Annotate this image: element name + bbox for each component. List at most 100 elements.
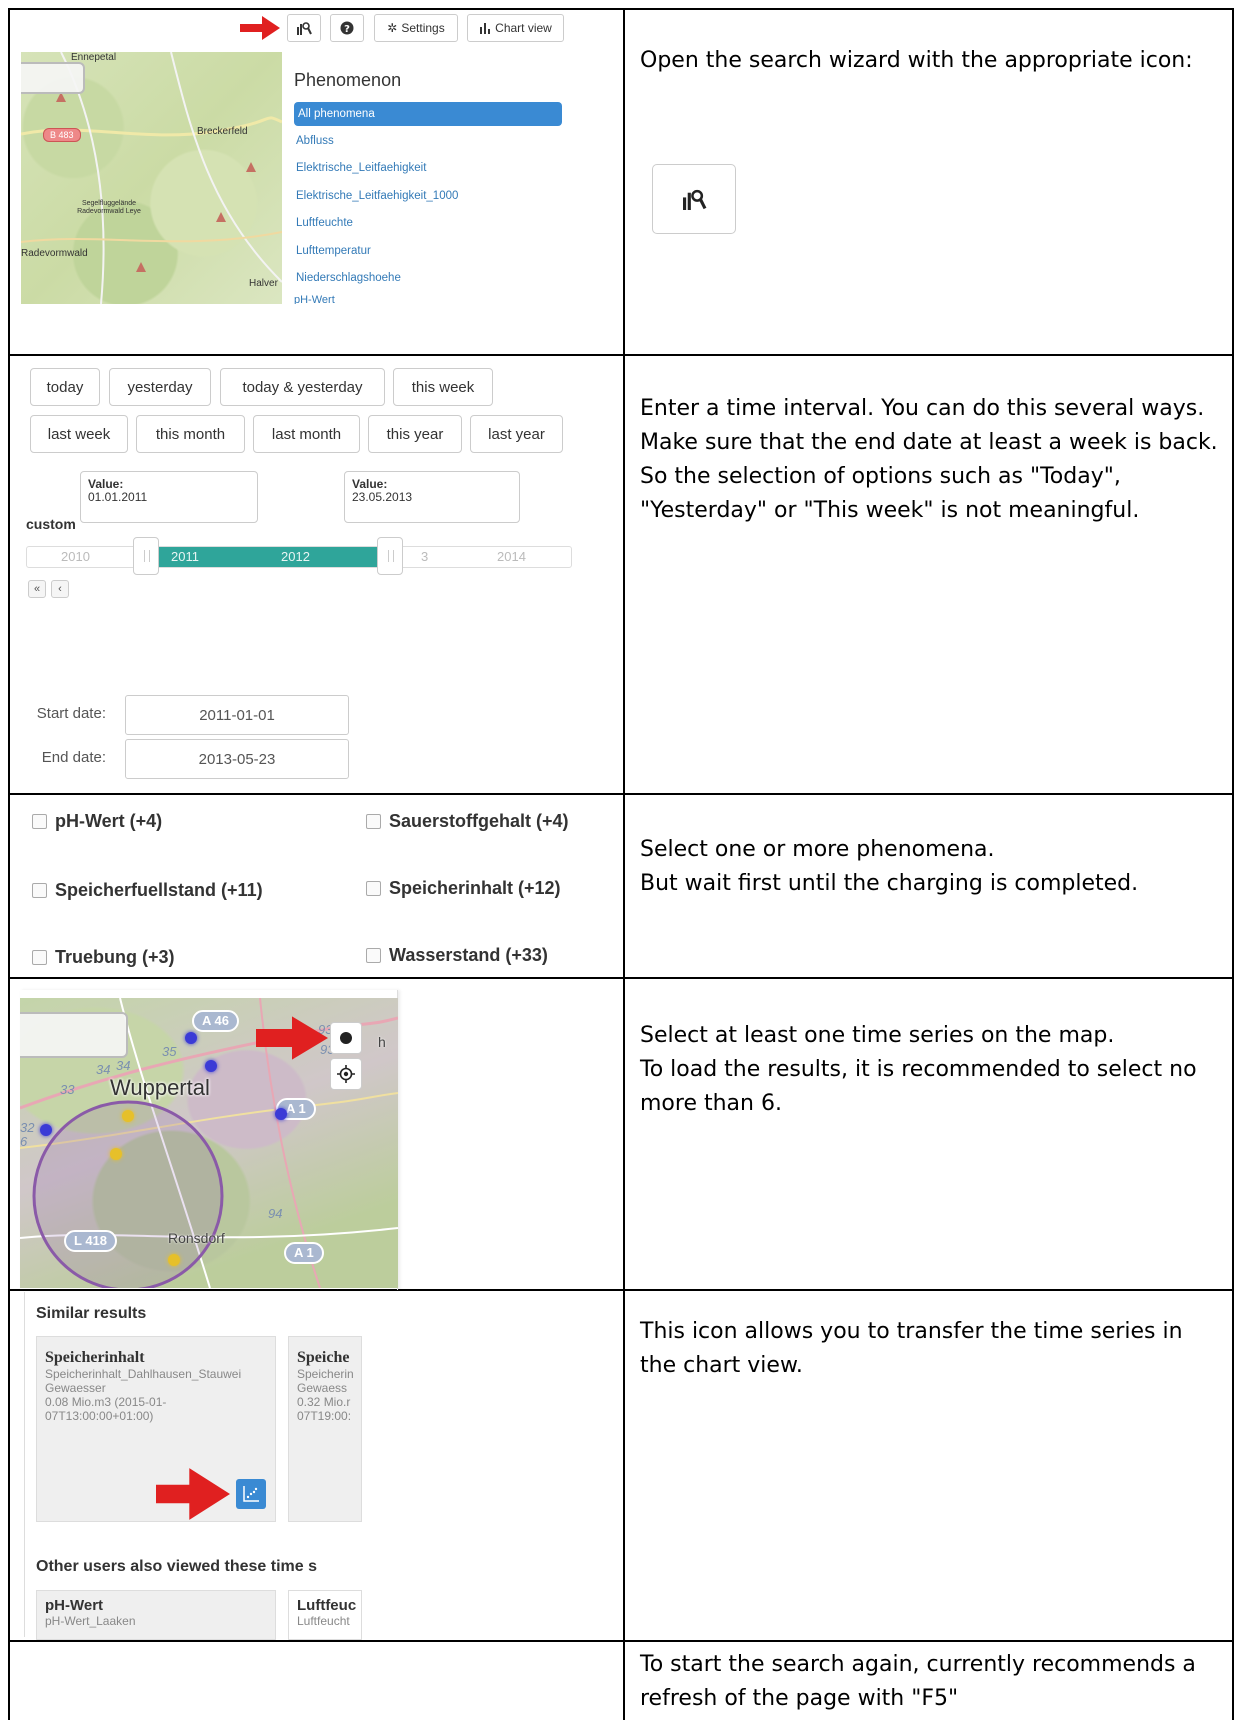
time-button-yesterday[interactable]: yesterday	[109, 368, 211, 406]
station-marker[interactable]	[185, 1032, 197, 1044]
route-number: 34	[96, 1062, 111, 1077]
time-button-last-week[interactable]: last week	[30, 415, 128, 453]
result-card[interactable]: Speiche Speicherin Gewaess 0.32 Mio.r 07…	[288, 1336, 362, 1522]
grid-middle	[623, 8, 625, 1720]
grid-row1-bottom	[8, 354, 1234, 356]
phenomenon-item[interactable]: Abfluss	[294, 129, 562, 156]
phenomenon-item[interactable]: Luftfeuchte	[294, 211, 562, 238]
select-stations-tool-button[interactable]	[330, 1022, 362, 1054]
slider-prev-button[interactable]: ‹	[51, 580, 69, 598]
checkbox-box[interactable]	[366, 948, 381, 963]
route-number: 94	[268, 1206, 283, 1221]
question-circle-icon: ?	[340, 21, 354, 35]
row6-instruction: To start the search again, currently rec…	[640, 1652, 1196, 1711]
checkbox-box[interactable]	[32, 814, 47, 829]
checkbox-box[interactable]	[32, 883, 47, 898]
slider-first-button[interactable]: «	[28, 580, 46, 598]
slider-handle-end[interactable]	[377, 537, 403, 575]
slider-tooltip-end: Value: 23.05.2013	[344, 471, 520, 523]
phenomenon-checkbox[interactable]: pH-Wert (+4)	[32, 811, 162, 832]
add-to-chart-button[interactable]	[236, 1479, 266, 1509]
time-button-this-year[interactable]: this year	[368, 415, 462, 453]
locate-button[interactable]	[330, 1058, 362, 1090]
result-card-line: 0.32 Mio.r	[297, 1395, 351, 1409]
overview-map[interactable]: Ennepetal B 483 Breckerfeld Segelfluggel…	[21, 52, 282, 304]
slider-tick: 2012	[281, 549, 310, 564]
other-users-title: Other users also viewed these time s	[36, 1558, 318, 1575]
grid-right	[1232, 8, 1234, 1720]
time-button-last-year[interactable]: last year	[470, 415, 563, 453]
highway-badge: A 46	[192, 1010, 239, 1032]
station-marker[interactable]	[40, 1124, 52, 1136]
tooltip-value: 01.01.2011	[88, 490, 148, 504]
phenomenon-item[interactable]: Lufttemperatur	[294, 239, 562, 266]
result-card-title: Speicherinhalt	[45, 1349, 145, 1366]
map-district-label: Ronsdorf	[168, 1230, 225, 1246]
row4-instruction-line2: To load the results, it is recommended t…	[640, 1057, 1197, 1116]
time-button-today[interactable]: today	[30, 368, 100, 406]
time-button-today-yesterday[interactable]: today & yesterday	[220, 368, 385, 406]
map-edge-letter: h	[378, 1034, 386, 1050]
phenomenon-item-cut[interactable]: pH-Wert	[294, 294, 562, 304]
search-wizard-button[interactable]	[287, 14, 321, 42]
slider-tick: 3	[421, 549, 429, 564]
row3-instruction: Select one or more phenomena. But wait f…	[640, 833, 1225, 901]
time-button-last-month[interactable]: last month	[253, 415, 360, 453]
map-label-halver: Halver	[249, 278, 278, 289]
phenomenon-item[interactable]: All phenomena	[294, 102, 562, 126]
grid-row5-bottom	[8, 1640, 1234, 1642]
checkbox-box[interactable]	[32, 950, 47, 965]
map-label-radevormwald: Radevormwald	[21, 248, 88, 259]
red-arrow-icon	[240, 16, 280, 40]
chart-view-label: Chart view	[495, 21, 552, 35]
similar-results-title: Similar results	[36, 1305, 147, 1322]
route-number: 35	[162, 1044, 177, 1059]
start-date-input[interactable]: 2011-01-01	[125, 695, 349, 735]
phenomenon-item[interactable]: Elektrische_Leitfaehigkeit_1000	[294, 184, 562, 211]
station-marker-selected[interactable]	[122, 1110, 134, 1122]
time-button-this-month[interactable]: this month	[136, 415, 245, 453]
phenomenon-checkbox[interactable]: Sauerstoffgehalt (+4)	[366, 811, 569, 832]
result-card-line: Speicherin	[297, 1367, 354, 1381]
red-arrow-icon	[156, 1468, 230, 1520]
slider-tick: 2011	[171, 549, 199, 564]
document-page: ? ✲ Settings Chart view Ennepetal B 483 …	[0, 0, 1235, 1720]
time-range-slider[interactable]: 2010 2011 2012 3 2014	[26, 537, 572, 575]
map-overlay-panel	[21, 62, 85, 94]
phenomenon-checkbox[interactable]: Speicherfuellstand (+11)	[32, 880, 263, 901]
row1-instruction: Open the search wizard with the appropri…	[640, 48, 1193, 73]
phenomenon-checkbox[interactable]: Wasserstand (+33)	[366, 945, 548, 966]
time-button-this-week[interactable]: this week	[393, 368, 493, 406]
station-marker-selected[interactable]	[110, 1148, 122, 1160]
result-card[interactable]: Luftfeuc Luftfeucht	[288, 1590, 362, 1640]
phenomenon-checkbox[interactable]: Speicherinhalt (+12)	[366, 878, 561, 899]
slider-handle-start[interactable]	[133, 537, 159, 575]
station-marker-selected[interactable]	[168, 1254, 180, 1266]
result-card-line: 0.08 Mio.m3 (2015-01-	[45, 1395, 167, 1409]
grid-row3-bottom	[8, 977, 1234, 979]
checkbox-box[interactable]	[366, 881, 381, 896]
search-wizard-icon-sample	[652, 164, 736, 234]
settings-button[interactable]: ✲ Settings	[374, 14, 458, 42]
end-date-input[interactable]: 2013-05-23	[125, 739, 349, 779]
station-marker[interactable]	[205, 1060, 217, 1072]
checkbox-label: Speicherfuellstand (+11)	[55, 880, 263, 900]
station-map[interactable]: A 46 A 1 L 418 A 1 Wuppertal Ronsdorf 35…	[20, 998, 398, 1288]
route-number: 32	[20, 1120, 35, 1135]
result-card-line: Gewaess	[297, 1381, 348, 1395]
slider-tick: 2014	[497, 549, 526, 564]
checkbox-label: pH-Wert (+4)	[55, 811, 163, 831]
phenomenon-checkbox[interactable]: Truebung (+3)	[32, 947, 175, 968]
highway-badge: L 418	[64, 1230, 118, 1252]
phenomenon-item[interactable]: Elektrische_Leitfaehigkeit	[294, 156, 562, 183]
checkbox-box[interactable]	[366, 814, 381, 829]
help-button[interactable]: ?	[330, 14, 364, 42]
grid-row2-bottom	[8, 793, 1234, 795]
result-card[interactable]: pH-Wert pH-Wert_Laaken	[36, 1590, 276, 1640]
chart-view-button[interactable]: Chart view	[467, 14, 564, 42]
phenomenon-item[interactable]: Niederschlagshoehe	[294, 266, 562, 293]
checkbox-label: Sauerstoffgehalt (+4)	[389, 811, 569, 831]
station-marker[interactable]	[275, 1108, 287, 1120]
wizard-icon	[297, 22, 312, 35]
svg-text:?: ?	[344, 24, 350, 35]
